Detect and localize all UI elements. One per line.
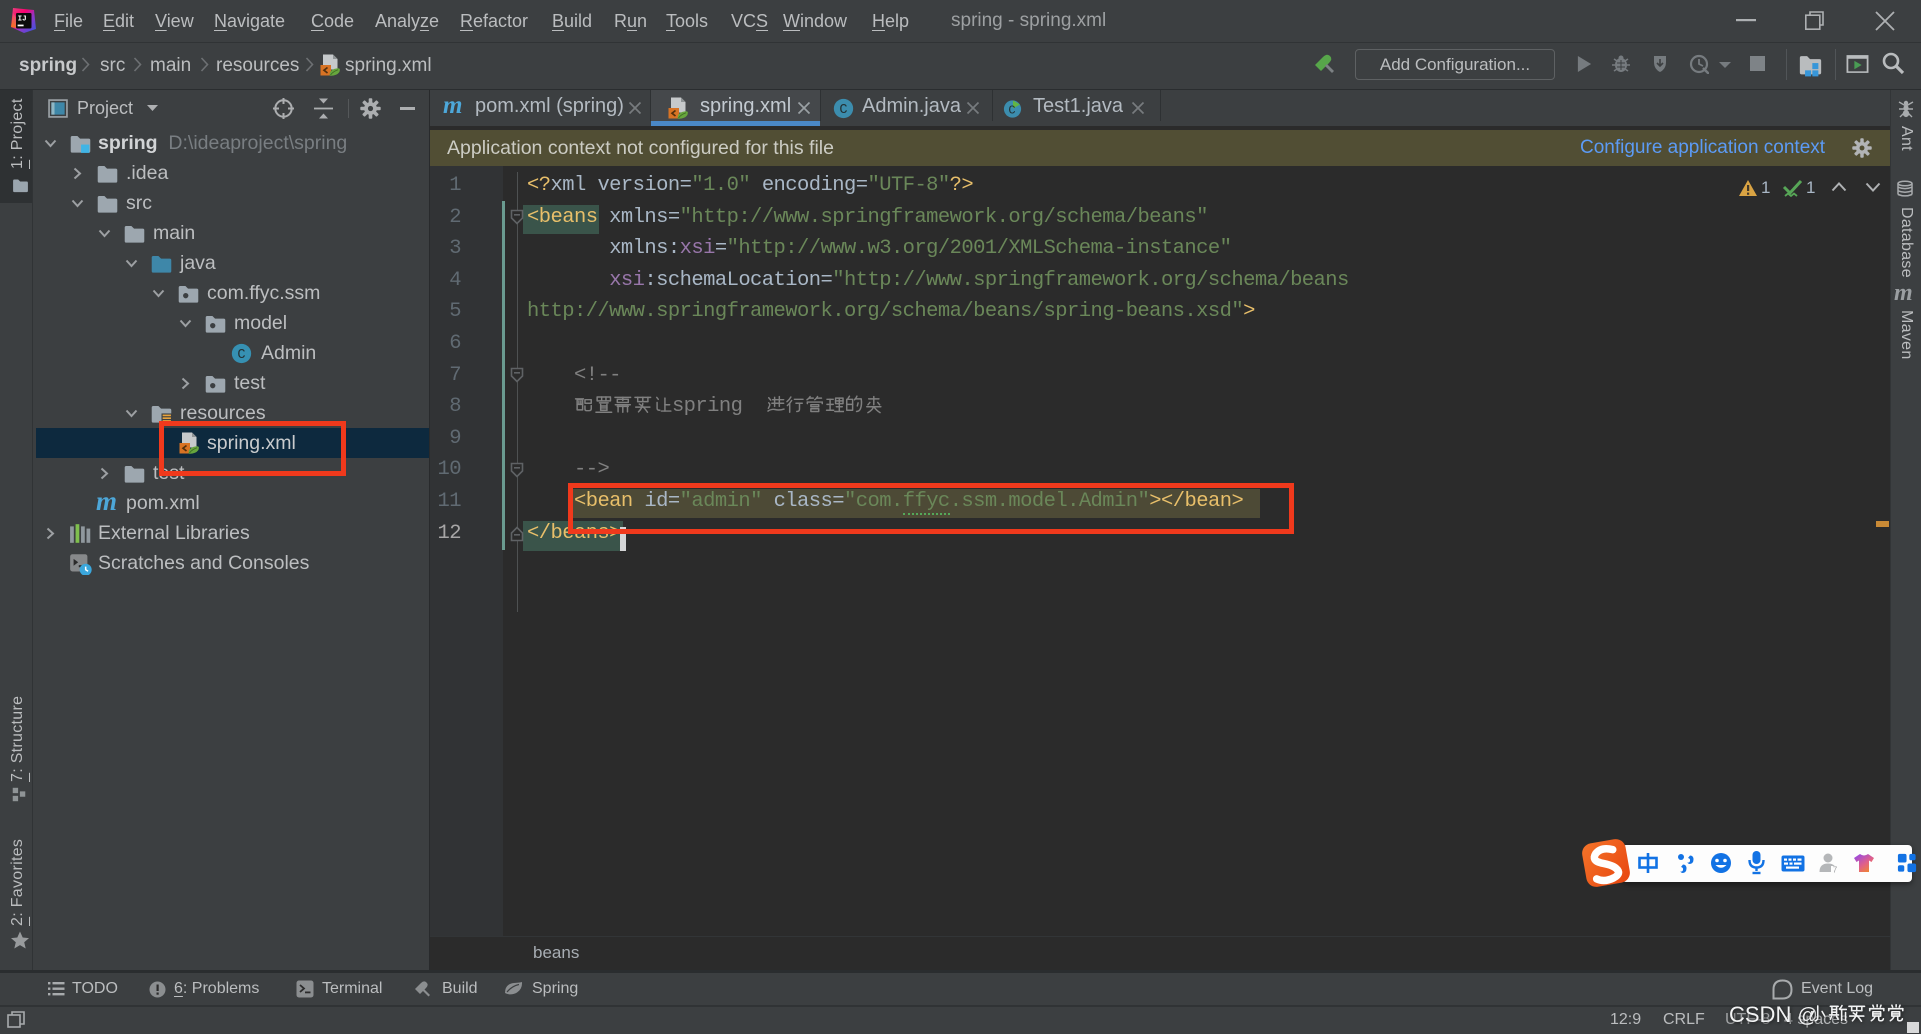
svg-text:C: C	[237, 348, 245, 363]
svg-text:7: 7	[1833, 866, 1838, 875]
svg-text:IJ: IJ	[18, 16, 27, 24]
svg-text:C: C	[839, 103, 847, 118]
svg-text:C: C	[1008, 104, 1015, 118]
